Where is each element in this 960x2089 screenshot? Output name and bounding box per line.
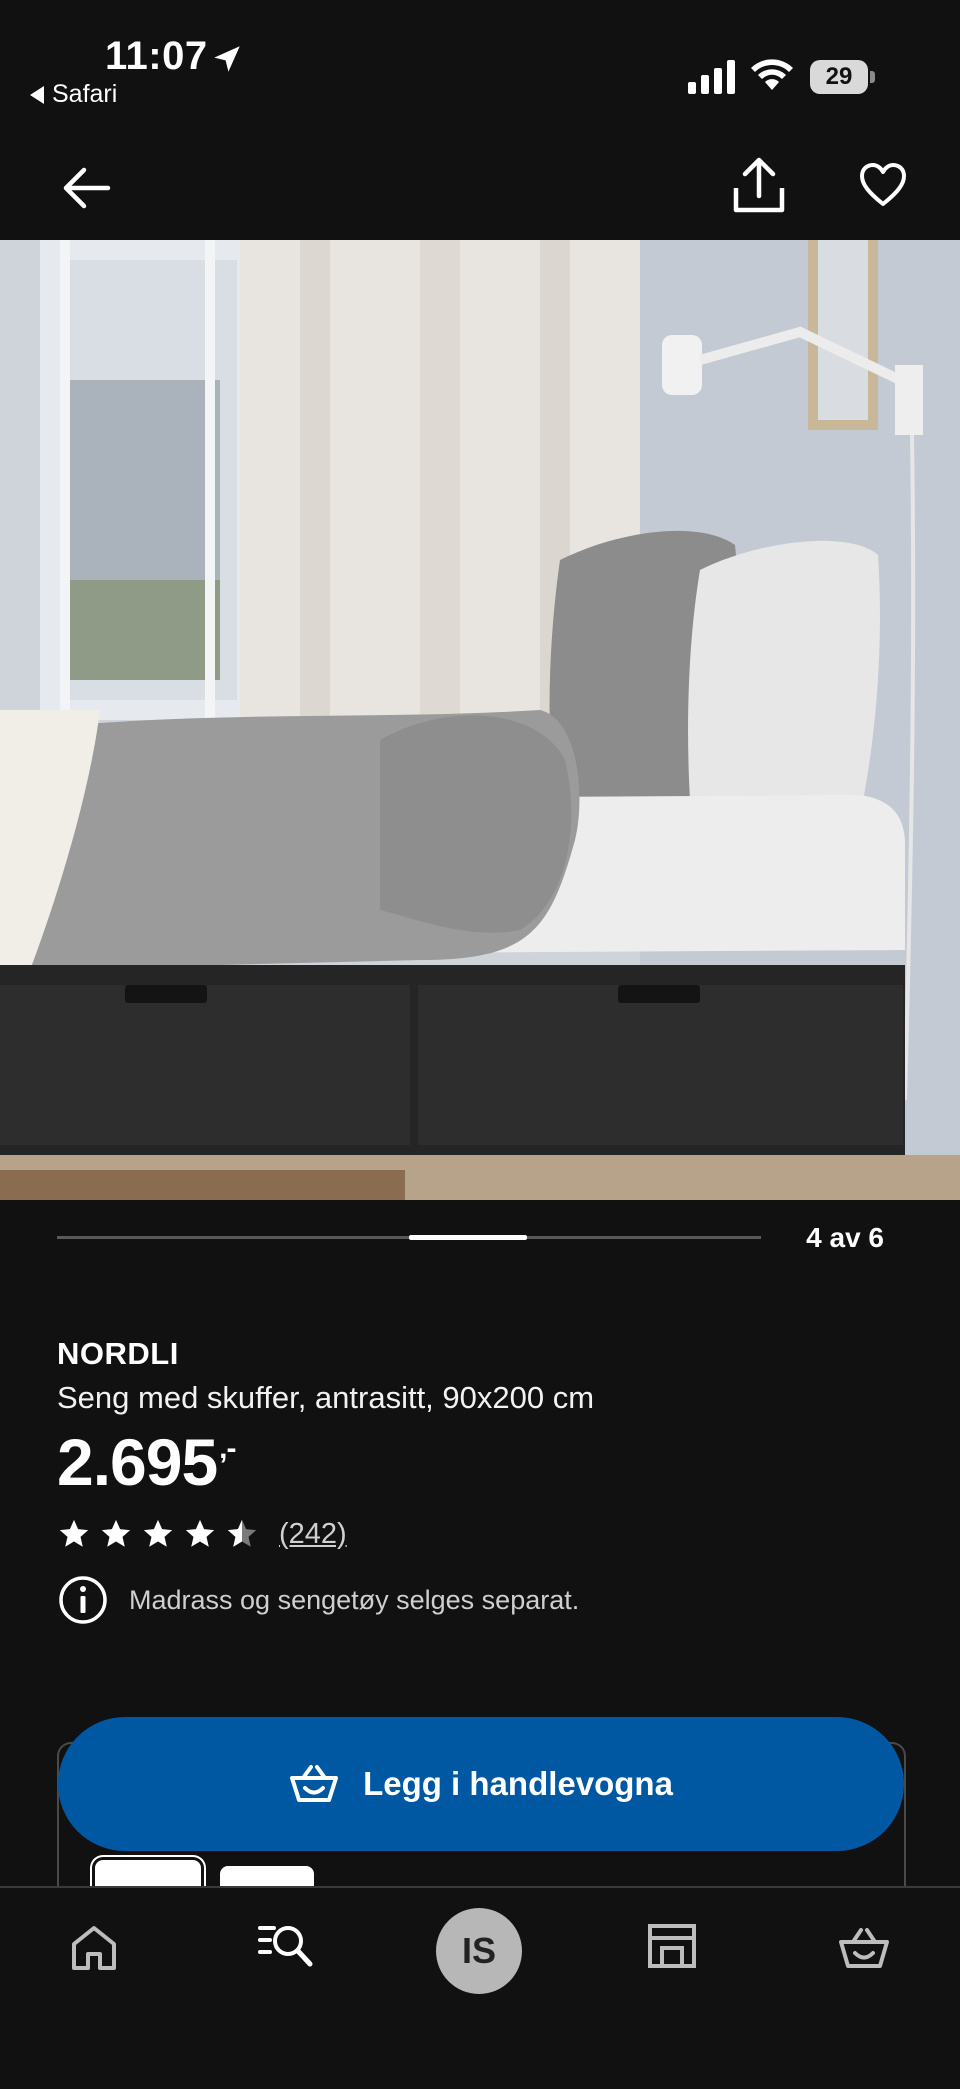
product-rating[interactable]: (242) [57,1514,347,1554]
product-description: Seng med skuffer, antrasitt, 90x200 cm [57,1380,595,1415]
product-price: 2.695 ,- [57,1424,237,1500]
review-count-link[interactable]: (242) [279,1518,347,1551]
battery-tip [870,71,875,83]
search-icon[interactable] [258,1920,314,1970]
add-to-cart-label: Legg i handlevogna [363,1765,673,1802]
half-star-icon [227,1519,257,1547]
store-icon[interactable] [646,1922,698,1970]
back-app-label: Safari [52,80,118,108]
home-icon[interactable] [68,1922,120,1974]
back-arrow-icon[interactable] [58,160,114,216]
bottom-tab-bar: IS [0,1886,960,2089]
back-triangle-icon [30,85,44,104]
shopping-basket-icon [290,1765,339,1802]
product-image[interactable] [0,240,960,1200]
star-icon [101,1519,131,1547]
status-bar: 11:07 Safari 29 [0,0,960,130]
product-notice: Madrass og sengetøy selges separat. [57,1574,579,1626]
battery-indicator: 29 [810,60,876,94]
star-icon [143,1519,173,1547]
product-brand: NORDLI [57,1336,179,1371]
carousel-progress-thumb [409,1235,527,1240]
price-value: 2.695 [57,1425,218,1499]
notice-text: Madrass og sengetøy selges separat. [129,1584,580,1615]
carousel-progress [57,1235,761,1240]
battery-level: 29 [810,60,868,94]
location-arrow-icon [214,46,240,72]
wifi-icon [751,59,793,90]
carousel-counter: 4 av 6 [806,1222,884,1253]
star-icon [185,1519,215,1547]
back-to-safari[interactable]: Safari [30,80,117,109]
share-icon[interactable] [730,156,788,216]
profile-avatar[interactable]: IS [436,1908,522,1994]
heart-icon[interactable] [858,160,908,210]
status-time: 11:07 [105,34,208,78]
info-icon [59,1576,107,1624]
cellular-signal-icon [688,60,735,94]
star-icon [59,1519,89,1547]
add-to-cart-button[interactable]: Legg i handlevogna [58,1717,904,1851]
price-suffix: ,- [219,1432,236,1465]
shopping-basket-icon[interactable] [838,1926,890,1970]
